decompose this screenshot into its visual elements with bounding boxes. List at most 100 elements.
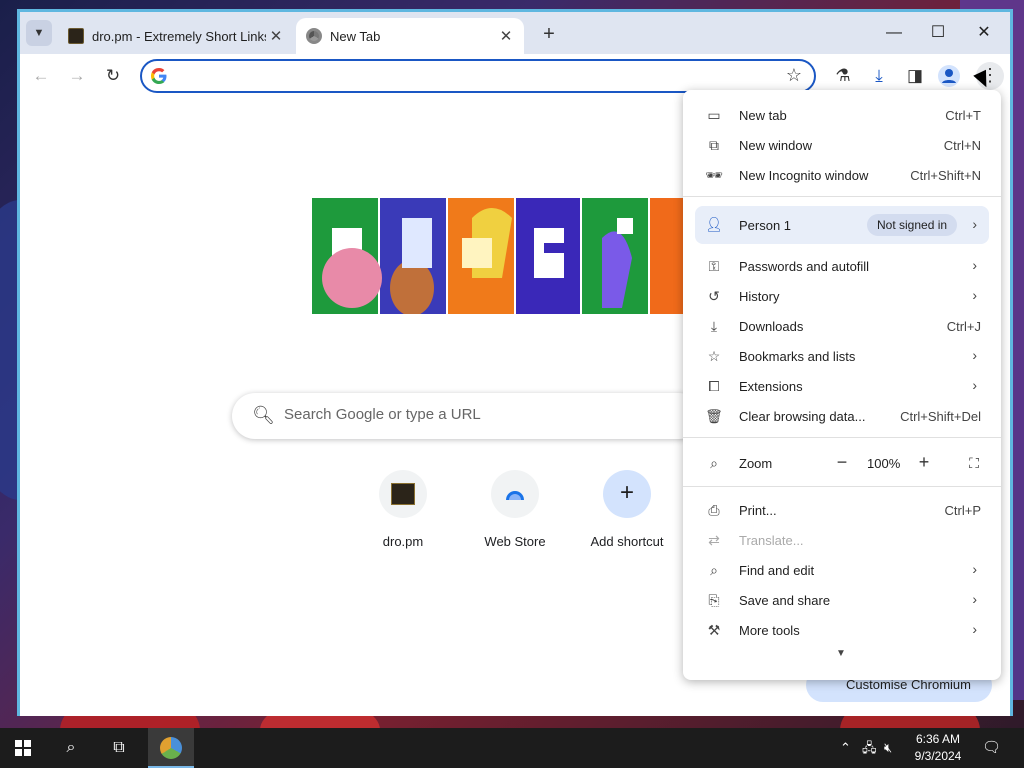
- zoom-in-button[interactable]: +: [911, 450, 937, 476]
- web-store-icon: [506, 491, 524, 500]
- google-doodle-image[interactable]: [312, 198, 692, 314]
- tab-title: New Tab: [330, 28, 381, 44]
- notification-icon[interactable]: 🗨︎: [982, 728, 1001, 768]
- minimize-button[interactable]: —: [876, 22, 912, 46]
- menu-item-history[interactable]: ↺ History ›: [683, 281, 1001, 311]
- downloads-button[interactable]: ⤓: [866, 63, 892, 89]
- plus-icon: +: [543, 23, 555, 45]
- menu-label: Print...: [739, 503, 777, 518]
- zoom-level: 100%: [867, 456, 901, 471]
- add-shortcut-button[interactable]: + Add shortcut: [577, 470, 677, 549]
- search-box[interactable]: 🔍︎ Search Google or type a URL: [232, 393, 702, 439]
- menu-shortcut: Ctrl+Shift+Del: [900, 409, 981, 424]
- profile-button[interactable]: [938, 65, 960, 87]
- arrow-left-icon: ←: [32, 66, 50, 85]
- scroll-down-arrow-icon[interactable]: ▼: [836, 648, 846, 659]
- reload-icon: ↻: [105, 66, 121, 85]
- menu-divider: [683, 437, 1001, 438]
- forward-button[interactable]: →: [64, 63, 90, 89]
- menu-item-clear-data[interactable]: 🗑︎ Clear browsing data... Ctrl+Shift+Del: [683, 401, 1001, 431]
- chevron-right-icon: ›: [972, 216, 977, 232]
- save-share-icon: ⎘: [708, 592, 720, 608]
- minus-icon: −: [836, 452, 848, 472]
- labs-button[interactable]: ⚗: [830, 63, 856, 89]
- clock-date: 9/3/2024: [914, 749, 962, 763]
- new-tab-button[interactable]: +: [536, 22, 562, 48]
- fullscreen-icon: ⛶: [969, 455, 979, 471]
- zoom-out-button[interactable]: −: [829, 450, 855, 476]
- chevron-right-icon: ›: [972, 621, 977, 637]
- history-icon: ↺: [708, 288, 720, 304]
- toolbox-icon: ⚒: [707, 622, 721, 638]
- network-icon[interactable]: 🖧︎: [862, 728, 877, 768]
- menu-item-passwords[interactable]: ⚿ Passwords and autofill ›: [683, 251, 1001, 281]
- shortcut-web-store[interactable]: Web Store: [465, 470, 565, 549]
- shortcut-dro-pm[interactable]: dro.pm: [353, 470, 453, 549]
- address-input[interactable]: [176, 65, 776, 87]
- menu-item-find-edit[interactable]: ⌕ Find and edit ›: [683, 555, 1001, 585]
- chevron-right-icon: ›: [972, 257, 977, 273]
- search-icon: ⌕: [66, 739, 76, 756]
- menu-label: Translate...: [739, 533, 804, 548]
- key-icon: ⚿: [708, 258, 720, 274]
- task-view-button[interactable]: ⧉: [96, 728, 142, 768]
- omnibox[interactable]: ☆: [140, 59, 816, 93]
- windows-logo-icon: [15, 739, 31, 756]
- side-panel-icon: ◨: [906, 66, 924, 85]
- tab-title: dro.pm - Extremely Short Links: [92, 28, 266, 44]
- menu-item-save-share[interactable]: ⎘ Save and share ›: [683, 585, 1001, 615]
- menu-item-new-tab[interactable]: ▭ New tab Ctrl+T: [683, 100, 1001, 130]
- volume-muted-icon[interactable]: 🔇︎: [884, 728, 892, 768]
- plus-icon: +: [918, 452, 930, 472]
- clock-time: 6:36 AM: [915, 732, 961, 746]
- start-button[interactable]: [0, 728, 46, 768]
- tab-close-icon[interactable]: ✕: [266, 27, 286, 45]
- menu-divider: [683, 196, 1001, 197]
- reload-button[interactable]: ↻: [100, 63, 126, 89]
- menu-item-translate[interactable]: ⇄ Translate...: [683, 525, 1001, 555]
- menu-shortcut: Ctrl+Shift+N: [910, 168, 981, 183]
- tab-close-icon[interactable]: ✕: [496, 27, 516, 45]
- flask-icon: ⚗: [835, 66, 851, 85]
- app-menu: ▭ New tab Ctrl+T ⧉ New window Ctrl+N 🕶︎ …: [683, 90, 1001, 680]
- side-panel-button[interactable]: ◨: [902, 63, 928, 89]
- menu-item-extensions[interactable]: ⧠ Extensions ›: [683, 371, 1001, 401]
- menu-label: Extensions: [739, 379, 803, 394]
- person-icon: [942, 69, 956, 83]
- tab-search-button[interactable]: ▼: [26, 20, 52, 46]
- menu-label: New tab: [739, 108, 787, 123]
- menu-label: New window: [739, 138, 812, 153]
- new-tab-icon: ▭: [707, 107, 721, 123]
- taskbar-chromium[interactable]: [148, 728, 194, 768]
- fullscreen-button[interactable]: ⛶: [963, 452, 985, 474]
- menu-item-downloads[interactable]: ⤓ Downloads Ctrl+J: [683, 311, 1001, 341]
- tab-dro-pm[interactable]: dro.pm - Extremely Short Links ✕: [58, 18, 294, 54]
- menu-item-more-tools[interactable]: ⚒ More tools ›: [683, 615, 1001, 645]
- shortcut-label: Web Store: [484, 534, 546, 549]
- chevron-up-icon[interactable]: ⌃: [840, 728, 851, 768]
- back-button[interactable]: ←: [28, 63, 54, 89]
- maximize-button[interactable]: ☐: [920, 22, 956, 46]
- tab-new-tab[interactable]: New Tab ✕: [296, 18, 524, 54]
- close-window-button[interactable]: ✕: [966, 22, 1002, 46]
- shortcut-tile: [491, 470, 539, 518]
- person-icon: 👤︎: [705, 216, 723, 232]
- menu-item-person[interactable]: 👤︎ Person 1 Not signed in ›: [695, 206, 989, 244]
- taskbar: ⌕ ⧉ ⌃ 🖧︎ 🔇︎ 6:36 AM 9/3/2024 🗨︎: [0, 728, 1024, 768]
- menu-label: Bookmarks and lists: [739, 349, 856, 364]
- menu-item-new-incognito[interactable]: 🕶︎ New Incognito window Ctrl+Shift+N: [683, 160, 1001, 190]
- menu-label: Downloads: [739, 319, 804, 334]
- download-icon: ⤓: [875, 66, 883, 85]
- menu-item-print[interactable]: ⎙ Print... Ctrl+P: [683, 495, 1001, 525]
- menu-divider: [683, 486, 1001, 487]
- dro-pm-favicon-icon: [68, 28, 84, 44]
- search-button[interactable]: ⌕: [48, 728, 94, 768]
- menu-item-new-window[interactable]: ⧉ New window Ctrl+N: [683, 130, 1001, 160]
- chevron-right-icon: ›: [972, 347, 977, 363]
- zoom-icon: ⌕: [710, 455, 718, 471]
- bookmark-star-icon[interactable]: ☆: [786, 65, 802, 86]
- tab-strip: ▼ dro.pm - Extremely Short Links ✕ New T…: [20, 12, 1010, 54]
- menu-label: Clear browsing data...: [739, 409, 866, 424]
- menu-item-bookmarks[interactable]: ☆ Bookmarks and lists ›: [683, 341, 1001, 371]
- taskbar-clock[interactable]: 6:36 AM 9/3/2024: [906, 731, 970, 765]
